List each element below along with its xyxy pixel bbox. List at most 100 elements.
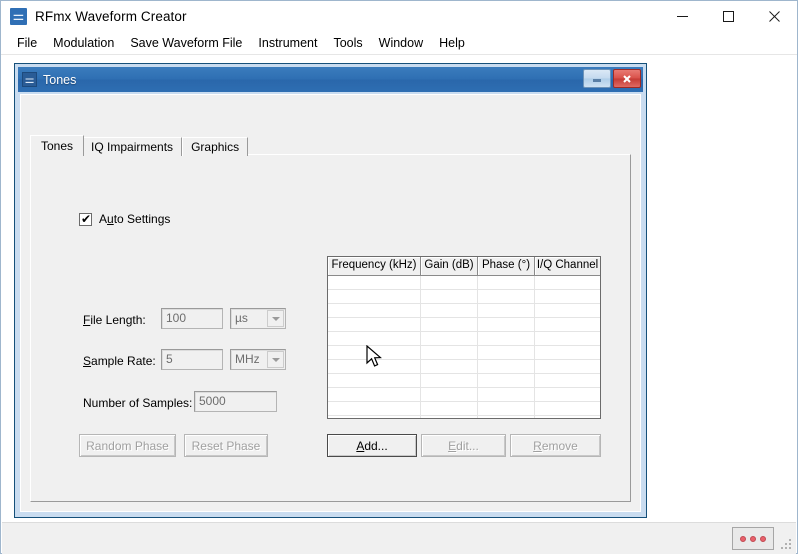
table-cell[interactable] <box>421 360 478 373</box>
table-cell[interactable] <box>535 388 600 401</box>
close-button[interactable] <box>751 1 797 32</box>
table-cell[interactable] <box>535 374 600 387</box>
table-row[interactable] <box>328 416 600 418</box>
table-row[interactable] <box>328 374 600 388</box>
file-length-unit-value: µs <box>235 311 248 325</box>
minimize-button[interactable] <box>659 1 705 32</box>
table-row[interactable] <box>328 388 600 402</box>
menu-item-window[interactable]: Window <box>371 33 431 54</box>
table-cell[interactable] <box>421 346 478 359</box>
random-phase-button[interactable]: Random Phase <box>79 434 176 457</box>
edit-button[interactable]: Edit... <box>421 434 506 457</box>
tone-table[interactable]: Frequency (kHz) Gain (dB) Phase (°) I/Q … <box>327 256 601 419</box>
resize-grip[interactable] <box>780 538 793 551</box>
table-row[interactable] <box>328 402 600 416</box>
table-cell[interactable] <box>535 276 600 289</box>
add-button-label: Add... <box>356 438 388 453</box>
table-cell[interactable] <box>328 290 421 303</box>
reset-phase-button[interactable]: Reset Phase <box>184 434 268 457</box>
table-cell[interactable] <box>328 374 421 387</box>
dialog-title-bar[interactable]: ⚌ Tones <box>18 67 643 92</box>
table-cell[interactable] <box>535 290 600 303</box>
table-cell[interactable] <box>421 332 478 345</box>
table-cell[interactable] <box>421 290 478 303</box>
dialog-icon-glyph: ⚌ <box>24 73 35 86</box>
dialog-close-button[interactable] <box>613 69 641 88</box>
table-cell[interactable] <box>478 416 535 418</box>
dialog-minimize-button[interactable] <box>583 69 611 88</box>
menu-item-save-waveform-file[interactable]: Save Waveform File <box>122 33 250 54</box>
table-cell[interactable] <box>478 402 535 415</box>
status-indicator[interactable] <box>732 527 774 550</box>
menu-item-help[interactable]: Help <box>431 33 473 54</box>
column-header-iq-channel[interactable]: I/Q Channel <box>535 257 600 275</box>
column-header-phase[interactable]: Phase (°) <box>478 257 535 275</box>
sample-rate-unit-combo[interactable]: MHz <box>230 349 286 370</box>
table-cell[interactable] <box>328 416 421 418</box>
column-header-frequency[interactable]: Frequency (kHz) <box>328 257 421 275</box>
auto-settings-row[interactable]: ✔ Auto Settings <box>79 212 170 226</box>
table-cell[interactable] <box>478 388 535 401</box>
table-row[interactable] <box>328 332 600 346</box>
table-row[interactable] <box>328 360 600 374</box>
menu-item-tools[interactable]: Tools <box>325 33 370 54</box>
table-cell[interactable] <box>421 402 478 415</box>
table-cell[interactable] <box>478 332 535 345</box>
menu-item-file[interactable]: File <box>9 33 45 54</box>
column-header-gain[interactable]: Gain (dB) <box>421 257 478 275</box>
table-cell[interactable] <box>478 290 535 303</box>
table-cell[interactable] <box>535 318 600 331</box>
file-length-input[interactable]: 100 <box>161 308 223 329</box>
maximize-button[interactable] <box>705 1 751 32</box>
add-button[interactable]: Add... <box>327 434 417 457</box>
tab-iq-impairments[interactable]: IQ Impairments <box>82 137 183 156</box>
menu-item-instrument[interactable]: Instrument <box>250 33 325 54</box>
table-cell[interactable] <box>478 318 535 331</box>
table-cell[interactable] <box>421 374 478 387</box>
tab-tones[interactable]: Tones <box>30 135 85 156</box>
table-row[interactable] <box>328 290 600 304</box>
table-cell[interactable] <box>478 276 535 289</box>
table-cell[interactable] <box>328 402 421 415</box>
table-cell[interactable] <box>535 346 600 359</box>
table-cell[interactable] <box>421 304 478 317</box>
table-row[interactable] <box>328 318 600 332</box>
table-cell[interactable] <box>328 276 421 289</box>
number-of-samples-input[interactable]: 5000 <box>194 391 277 412</box>
table-cell[interactable] <box>421 318 478 331</box>
app-icon-glyph: ⚌ <box>12 9 25 24</box>
table-cell[interactable] <box>535 304 600 317</box>
table-cell[interactable] <box>328 304 421 317</box>
table-cell[interactable] <box>421 388 478 401</box>
dialog-caption-buttons <box>583 69 641 88</box>
remove-button[interactable]: Remove <box>510 434 601 457</box>
table-cell[interactable] <box>535 416 600 418</box>
table-row[interactable] <box>328 276 600 290</box>
chevron-down-icon[interactable] <box>267 351 284 368</box>
chevron-down-icon[interactable] <box>267 310 284 327</box>
table-cell[interactable] <box>535 360 600 373</box>
auto-settings-checkbox[interactable]: ✔ <box>79 212 92 226</box>
file-length-unit-combo[interactable]: µs <box>230 308 286 329</box>
table-cell[interactable] <box>328 346 421 359</box>
table-cell[interactable] <box>328 388 421 401</box>
tone-table-body[interactable] <box>328 276 600 418</box>
table-cell[interactable] <box>478 304 535 317</box>
grip-dot <box>785 543 787 545</box>
table-cell[interactable] <box>421 276 478 289</box>
sample-rate-input[interactable]: 5 <box>161 349 223 370</box>
table-cell[interactable] <box>421 416 478 418</box>
table-cell[interactable] <box>478 346 535 359</box>
table-cell[interactable] <box>535 332 600 345</box>
edit-button-label: Edit... <box>448 438 479 453</box>
table-cell[interactable] <box>535 402 600 415</box>
table-cell[interactable] <box>328 318 421 331</box>
menu-item-modulation[interactable]: Modulation <box>45 33 122 54</box>
table-row[interactable] <box>328 304 600 318</box>
tab-graphics[interactable]: Graphics <box>182 137 249 156</box>
table-cell[interactable] <box>328 332 421 345</box>
table-row[interactable] <box>328 346 600 360</box>
table-cell[interactable] <box>478 360 535 373</box>
table-cell[interactable] <box>328 360 421 373</box>
table-cell[interactable] <box>478 374 535 387</box>
